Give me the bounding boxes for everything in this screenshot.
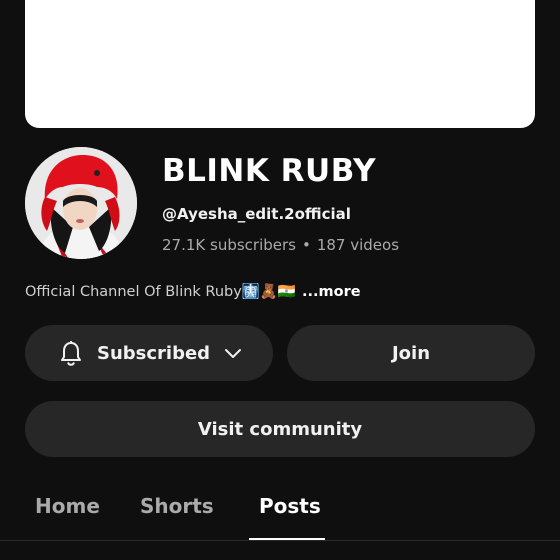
more-link[interactable]: ...more	[302, 284, 361, 300]
channel-banner	[25, 0, 535, 128]
subscriber-count: 27.1K subscribers	[162, 236, 296, 254]
bell-icon	[57, 339, 85, 367]
tab-shorts[interactable]: Shorts	[140, 494, 214, 518]
tabs-divider	[0, 540, 560, 541]
channel-tabs: Home Shorts Posts	[0, 478, 560, 560]
subscribed-label: Subscribed	[97, 342, 211, 364]
tab-home[interactable]: Home	[35, 494, 100, 518]
stats-separator: •	[301, 236, 311, 254]
channel-handle: @Ayesha_edit.2official	[162, 205, 351, 223]
join-button[interactable]: Join	[287, 325, 535, 381]
channel-name: BLINK RUBY	[162, 153, 377, 189]
description-text: Official Channel Of Blink Ruby🩻🧸🇮🇳	[25, 284, 296, 300]
chevron-down-icon	[222, 342, 244, 364]
tab-posts[interactable]: Posts	[259, 494, 321, 518]
channel-page: BLINK RUBY @Ayesha_edit.2official 27.1K …	[0, 0, 560, 560]
visit-community-label: Visit community	[197, 418, 363, 440]
channel-stats: 27.1K subscribers • 187 videos	[162, 236, 399, 254]
subscribed-button[interactable]: Subscribed	[25, 325, 273, 381]
channel-avatar[interactable]	[25, 147, 137, 259]
channel-description[interactable]: Official Channel Of Blink Ruby🩻🧸🇮🇳 ...mor…	[25, 283, 361, 300]
visit-community-button[interactable]: Visit community	[25, 401, 535, 457]
video-count: 187 videos	[316, 236, 400, 254]
join-label: Join	[391, 342, 431, 364]
